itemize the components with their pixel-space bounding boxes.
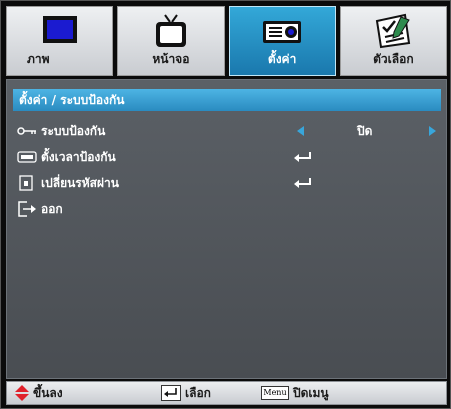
enter-key-icon <box>161 385 181 401</box>
menu-item-label: ระบบป้องกัน <box>41 124 106 138</box>
tab-label: ตัวเลือก <box>373 52 414 66</box>
tab-bar: ภาพ หน้าจอ ตั้งค่า ตัวเลือก <box>6 6 447 76</box>
menu-key-icon: Menu <box>261 386 289 400</box>
tab-label: ภาพ <box>27 52 50 66</box>
security-value: ปิด <box>357 124 373 138</box>
arrow-left-icon[interactable] <box>297 126 304 136</box>
tab-setup[interactable]: ตั้งค่า <box>228 6 336 76</box>
tab-picture[interactable]: ภาพ <box>6 6 114 76</box>
menu-item-security-timer[interactable]: ตั้งเวลาป้องกัน <box>17 146 441 168</box>
section-title: ตั้งค่า / ระบบป้องกัน <box>13 89 441 111</box>
tab-options[interactable]: ตัวเลือก <box>339 6 447 76</box>
menu-item-change-password[interactable]: เปลี่ยนรหัสผ่าน <box>17 172 441 194</box>
arrow-right-icon[interactable] <box>429 126 436 136</box>
tab-label: ตั้งค่า <box>267 52 297 66</box>
select-label: เลือก <box>185 386 211 400</box>
updown-label: ขึ้นลง <box>33 386 63 400</box>
key-icon <box>17 127 36 135</box>
menu-item-exit[interactable]: ออก <box>17 198 441 220</box>
help-bar: ขึ้นลง เลือก Menu ปิดเมนู <box>6 381 447 405</box>
close-menu-label: ปิดเมนู <box>293 386 329 400</box>
tab-screen[interactable]: หน้าจอ <box>117 6 225 76</box>
menu-item-label: เปลี่ยนรหัสผ่าน <box>41 176 119 190</box>
tv-icon <box>155 14 186 47</box>
projector-icon <box>263 21 302 43</box>
up-down-arrows-icon <box>15 385 29 401</box>
monitor-icon <box>42 16 77 43</box>
enter-icon <box>294 152 311 162</box>
projector-osd: ภาพ หน้าจอ ตั้งค่า ตัวเลือก ตั้งค่า / ระ… <box>0 0 451 409</box>
menu-item-security[interactable]: ระบบป้องกัน ปิด <box>17 120 441 142</box>
tab-label: หน้าจอ <box>152 52 190 66</box>
timer-icon <box>17 151 37 163</box>
enter-icon <box>294 178 311 188</box>
settings-panel: ตั้งค่า / ระบบป้องกัน ระบบป้องกัน ปิด ตั… <box>6 79 447 379</box>
menu-item-label: ตั้งเวลาป้องกัน <box>41 150 116 164</box>
password-icon <box>19 175 33 191</box>
exit-icon <box>18 201 36 217</box>
menu-item-label: ออก <box>41 202 63 216</box>
checklist-icon <box>376 13 411 49</box>
